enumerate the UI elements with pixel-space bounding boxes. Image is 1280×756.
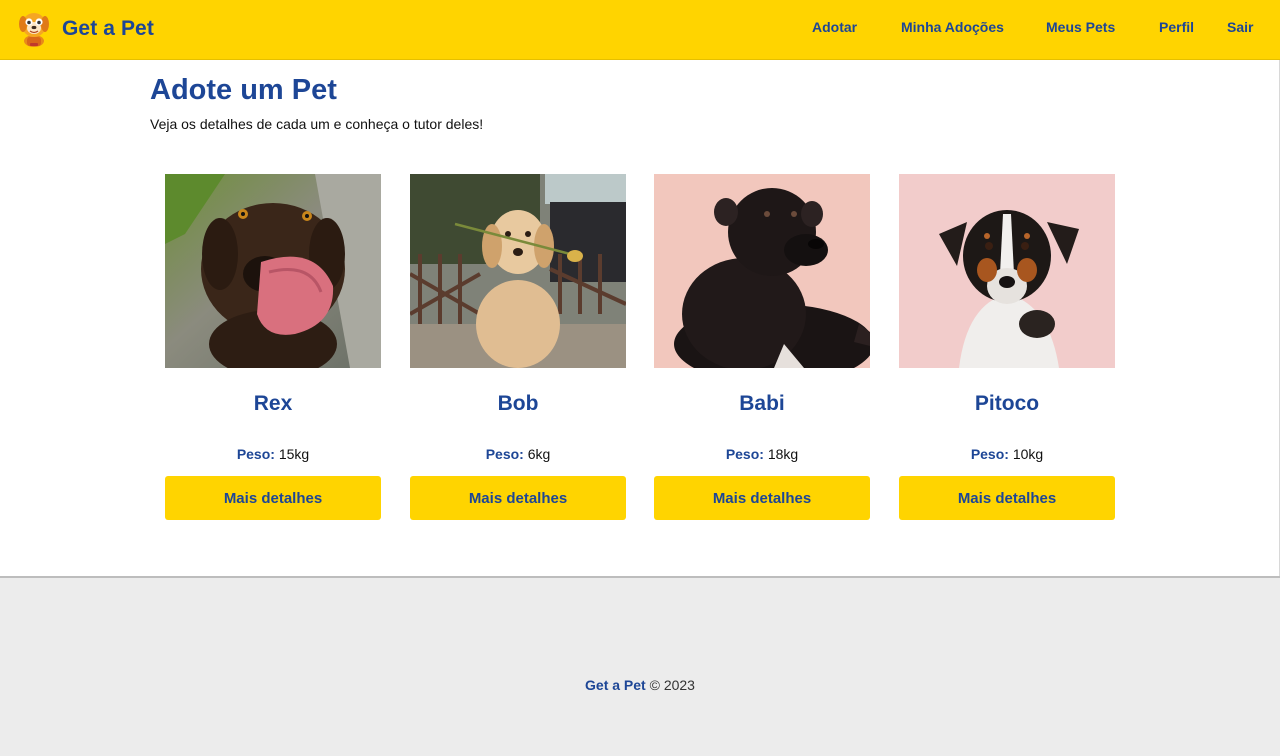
pet-weight-value: 15kg bbox=[278, 446, 310, 462]
pet-card: Bob Peso: 6kg Mais detalhes bbox=[410, 174, 626, 520]
pet-name: Babi bbox=[739, 392, 785, 415]
footer-copyright: Get a Pet © 2023 bbox=[0, 677, 1280, 693]
pet-name: Bob bbox=[497, 392, 539, 415]
pet-weight: Peso: 10kg bbox=[899, 446, 1115, 462]
pet-card: Rex Peso: 15kg Mais detalhes bbox=[165, 174, 381, 520]
pet-name: Rex bbox=[253, 392, 293, 415]
pet-weight: Peso: 18kg bbox=[654, 446, 870, 462]
footer-copyright-text: © 2023 bbox=[649, 677, 695, 693]
pet-card: Babi Peso: 18kg Mais detalhes bbox=[654, 174, 870, 520]
nav-minha-adocoes[interactable]: Minha Adoções bbox=[901, 19, 1004, 35]
nav-adotar[interactable]: Adotar bbox=[812, 19, 857, 35]
footer: Get a Pet © 2023 bbox=[0, 576, 1280, 756]
pet-weight-label: Peso: bbox=[485, 446, 524, 462]
pet-weight-label: Peso: bbox=[725, 446, 764, 462]
pet-photo-babi bbox=[654, 174, 870, 368]
pet-weight-label: Peso: bbox=[236, 446, 275, 462]
pet-name: Pitoco bbox=[974, 392, 1040, 415]
pet-weight-value: 6kg bbox=[527, 446, 551, 462]
pet-photo-rex bbox=[165, 174, 381, 368]
pet-card: Pitoco Peso: 10kg Mais detalhes bbox=[899, 174, 1115, 520]
nav-perfil[interactable]: Perfil bbox=[1159, 19, 1194, 35]
nav-meus-pets[interactable]: Meus Pets bbox=[1046, 19, 1115, 35]
pet-weight-value: 10kg bbox=[1012, 446, 1044, 462]
page-title: Adote um Pet bbox=[150, 74, 337, 106]
page-subtitle: Veja os detalhes de cada um e conheça o … bbox=[150, 116, 484, 132]
pet-weight: Peso: 6kg bbox=[410, 446, 626, 462]
pet-photo-pitoco bbox=[899, 174, 1115, 368]
details-button[interactable]: Mais detalhes bbox=[899, 476, 1115, 520]
pet-weight-value: 18kg bbox=[767, 446, 799, 462]
main-nav: Adotar Minha Adoções Meus Pets Perfil Sa… bbox=[0, 0, 1280, 58]
details-button[interactable]: Mais detalhes bbox=[654, 476, 870, 520]
footer-brand: Get a Pet bbox=[585, 677, 646, 693]
pet-photo-bob bbox=[410, 174, 626, 368]
nav-sair[interactable]: Sair bbox=[1227, 19, 1253, 35]
details-button[interactable]: Mais detalhes bbox=[410, 476, 626, 520]
navbar: Get a Pet Adotar Minha Adoções Meus Pets… bbox=[0, 0, 1280, 60]
details-button[interactable]: Mais detalhes bbox=[165, 476, 381, 520]
pet-weight-label: Peso: bbox=[970, 446, 1009, 462]
pet-weight: Peso: 15kg bbox=[165, 446, 381, 462]
